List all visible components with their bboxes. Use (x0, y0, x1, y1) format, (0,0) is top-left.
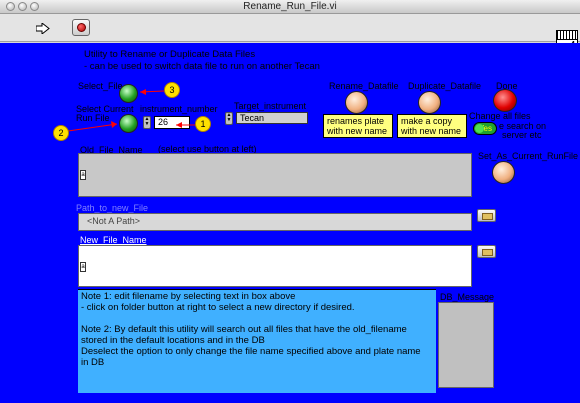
badge-2: 2 (53, 125, 69, 141)
toolbar: 4 (0, 14, 580, 54)
abort-button[interactable] (72, 19, 90, 36)
arrow-2 (67, 123, 118, 132)
window-titlebar: Rename_Run_File.vi (0, 0, 580, 14)
front-panel: Utility to Rename or Duplicate Data File… (0, 43, 580, 403)
annotation-arrows (67, 89, 196, 132)
window-title: Rename_Run_File.vi (243, 1, 337, 12)
run-arrow-icon[interactable] (36, 23, 50, 34)
abort-stop-icon (77, 23, 86, 32)
badge-3: 3 (164, 82, 180, 98)
badge-1: 1 (195, 116, 211, 132)
